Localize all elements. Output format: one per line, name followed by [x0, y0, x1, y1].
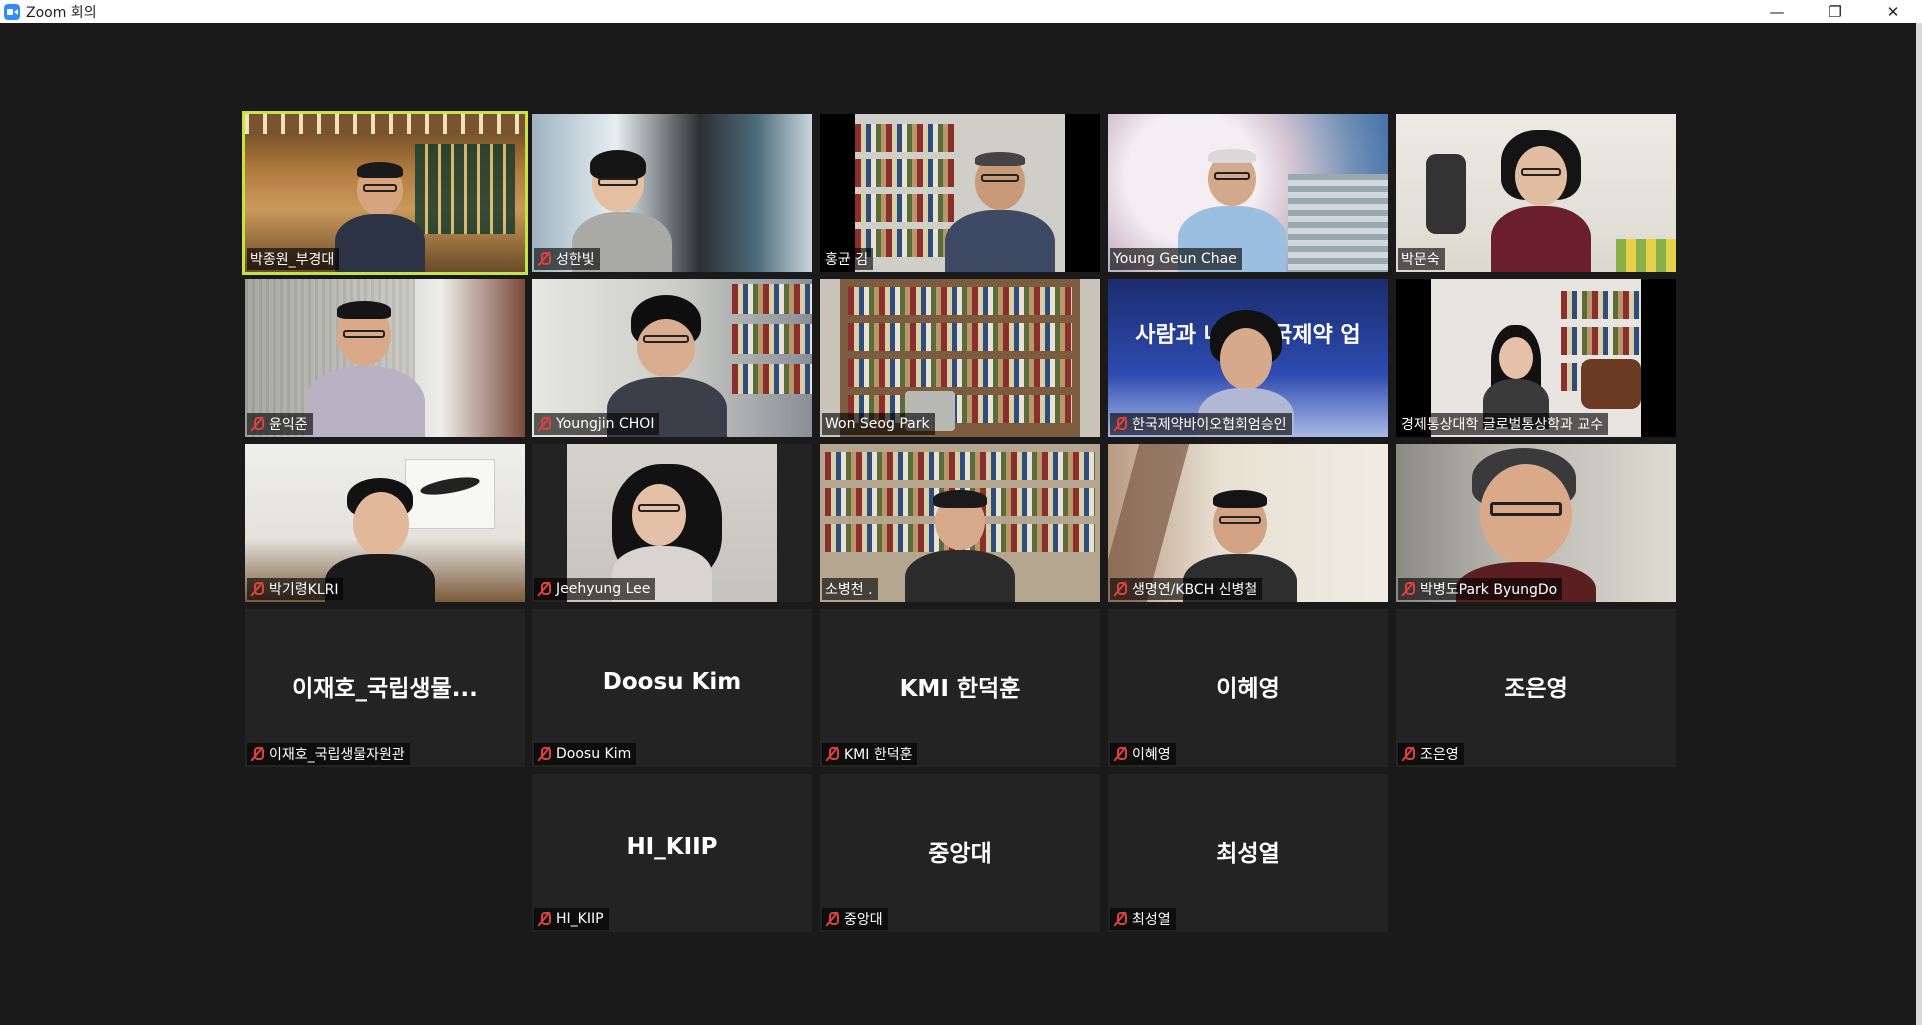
- video-feed: [855, 114, 1065, 272]
- participant-display-name: Doosu Kim: [602, 669, 742, 695]
- minimize-button[interactable]: —: [1748, 0, 1806, 23]
- mic-muted-icon: [537, 416, 551, 432]
- participant-tile[interactable]: Youngjin CHOI: [532, 279, 812, 437]
- participant-name-label: 홍균 김: [822, 248, 874, 270]
- participant-tile[interactable]: 박기령KLRI: [245, 444, 525, 602]
- mic-muted-icon: [537, 581, 551, 597]
- participant-tile[interactable]: KMI 한덕훈 KMI 한덕훈: [820, 609, 1100, 767]
- participant-tile[interactable]: 윤익준: [245, 279, 525, 437]
- participant-tile[interactable]: Won Seog Park: [820, 279, 1100, 437]
- participant-name-label: Youngjin CHOI: [534, 413, 660, 435]
- participant-tile[interactable]: 사람과 내일 한국제약 업 한국제약바이오협회엄승인: [1108, 279, 1388, 437]
- participant-name-label: Doosu Kim: [534, 743, 637, 765]
- gallery-view: 박종원_부경대 성한빛 홍균 김 Young Geun Chae 박문숙 윤익준…: [0, 23, 1922, 1023]
- participant-name-label: Jeehyung Lee: [534, 578, 656, 600]
- participant-display-name: 조은영: [1504, 676, 1568, 702]
- mic-muted-icon: [1113, 581, 1127, 597]
- participant-tile[interactable]: 이혜영 이혜영: [1108, 609, 1388, 767]
- participant-display-name: 이혜영: [1216, 676, 1280, 702]
- participant-tile[interactable]: 조은영 조은영: [1396, 609, 1676, 767]
- participant-name-label: KMI 한덕훈: [822, 743, 918, 765]
- participant-name-label: 박종원_부경대: [247, 248, 340, 270]
- participant-display-name: KMI 한덕훈: [899, 676, 1021, 702]
- mic-muted-icon: [1401, 746, 1415, 762]
- participant-tile[interactable]: 최성열 최성열: [1108, 774, 1388, 932]
- window-controls: — ❐ ✕: [1748, 0, 1922, 23]
- participant-display-name: HI_KIIP: [626, 834, 718, 860]
- zoom-logo-icon: [4, 3, 20, 20]
- window-edge: [1916, 23, 1922, 1025]
- mic-muted-icon: [537, 911, 551, 927]
- participant-display-name: 중앙대: [928, 841, 992, 867]
- mic-muted-icon: [1113, 911, 1127, 927]
- restore-button[interactable]: ❐: [1806, 0, 1864, 23]
- participant-display-name: 최성열: [1216, 841, 1280, 867]
- participant-tile[interactable]: Doosu Kim Doosu Kim: [532, 609, 812, 767]
- participant-tile[interactable]: 박종원_부경대: [242, 111, 528, 275]
- participant-name-label: 소병천 .: [822, 578, 878, 600]
- mic-muted-icon: [537, 251, 551, 267]
- mic-muted-icon: [1401, 581, 1415, 597]
- mic-muted-icon: [1113, 416, 1127, 432]
- close-button[interactable]: ✕: [1864, 0, 1922, 23]
- participant-display-name: 이재호_국립생물...: [292, 676, 478, 702]
- participant-tile[interactable]: Jeehyung Lee: [532, 444, 812, 602]
- participant-name-label: 박문숙: [1398, 248, 1445, 270]
- mic-muted-icon: [250, 416, 264, 432]
- participant-tile[interactable]: 생명연/KBCH 신병철: [1108, 444, 1388, 602]
- mic-muted-icon: [250, 581, 264, 597]
- participant-name-label: 박기령KLRI: [247, 578, 344, 600]
- participant-name-label: 윤익준: [247, 413, 313, 435]
- mic-muted-icon: [250, 746, 264, 762]
- title-bar: Zoom 회의 — ❐ ✕: [0, 0, 1922, 23]
- participant-tile[interactable]: 소병천 .: [820, 444, 1100, 602]
- mic-muted-icon: [537, 746, 551, 762]
- participant-name-label: 경제통상대학 글로벌통상학과 교수: [1398, 413, 1609, 435]
- participant-name-label: Won Seog Park: [822, 413, 935, 435]
- participant-tile[interactable]: 중앙대 중앙대: [820, 774, 1100, 932]
- participant-tile[interactable]: 경제통상대학 글로벌통상학과 교수: [1396, 279, 1676, 437]
- participant-tile[interactable]: 박문숙: [1396, 114, 1676, 272]
- participant-tile[interactable]: 홍균 김: [820, 114, 1100, 272]
- participant-tile[interactable]: 성한빛: [532, 114, 812, 272]
- mic-muted-icon: [1113, 746, 1127, 762]
- participant-name-label: 조은영: [1398, 743, 1464, 765]
- participant-name-label: 이혜영: [1110, 743, 1176, 765]
- participant-name-label: 이재호_국립생물자원관: [247, 743, 410, 765]
- participant-name-label: 생명연/KBCH 신병철: [1110, 578, 1263, 600]
- participant-tile[interactable]: 박병도Park ByungDo: [1396, 444, 1676, 602]
- participant-name-label: 최성열: [1110, 908, 1176, 930]
- mic-muted-icon: [825, 746, 839, 762]
- participant-name-label: HI_KIIP: [534, 908, 609, 930]
- participant-name-label: Young Geun Chae: [1110, 248, 1242, 270]
- participant-tile[interactable]: Young Geun Chae: [1108, 114, 1388, 272]
- participant-name-label: 성한빛: [534, 248, 600, 270]
- window-title: Zoom 회의: [26, 4, 97, 21]
- participant-name-label: 박병도Park ByungDo: [1398, 578, 1563, 600]
- participant-tile[interactable]: 이재호_국립생물... 이재호_국립생물자원관: [245, 609, 525, 767]
- mic-muted-icon: [825, 911, 839, 927]
- participant-tile[interactable]: HI_KIIP HI_KIIP: [532, 774, 812, 932]
- participant-name-label: 한국제약바이오협회엄승인: [1110, 413, 1292, 435]
- participant-name-label: 중앙대: [822, 908, 888, 930]
